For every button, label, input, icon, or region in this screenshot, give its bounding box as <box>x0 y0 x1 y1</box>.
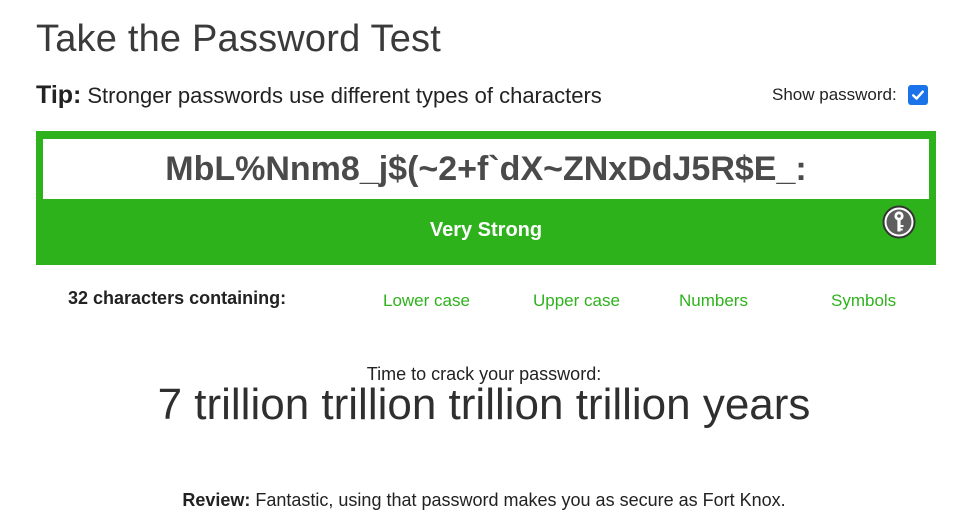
password-strength-panel: Very Strong <box>36 131 936 265</box>
tip-label: Tip: <box>36 81 82 109</box>
char-type-symbols: Symbols <box>831 291 897 310</box>
password-input[interactable] <box>43 139 929 199</box>
checkmark-icon <box>911 90 924 100</box>
tip-text: Stronger passwords use different types o… <box>87 83 602 108</box>
char-type-numbers: Numbers <box>679 291 748 310</box>
show-password-label: Show password: <box>772 85 897 104</box>
review: Review: Fantastic, using that password m… <box>0 490 968 511</box>
review-label: Review: <box>182 490 251 510</box>
char-type-lowercase: Lower case <box>383 291 470 310</box>
key-icon[interactable] <box>882 205 916 239</box>
show-password-checkbox[interactable] <box>907 85 928 105</box>
character-count-summary: 32 characters containing: <box>68 288 287 308</box>
show-password-toggle[interactable]: Show password: <box>772 85 928 105</box>
tip: Tip: Stronger passwords use different typ… <box>36 81 602 110</box>
strength-label: Very Strong <box>429 219 543 241</box>
review-text: Fantastic, using that password makes you… <box>255 490 786 510</box>
page-title: Take the Password Test <box>36 18 442 60</box>
char-type-uppercase: Upper case <box>533 291 620 310</box>
crack-time-value: 7 trillion trillion trillion trillion ye… <box>157 380 811 429</box>
